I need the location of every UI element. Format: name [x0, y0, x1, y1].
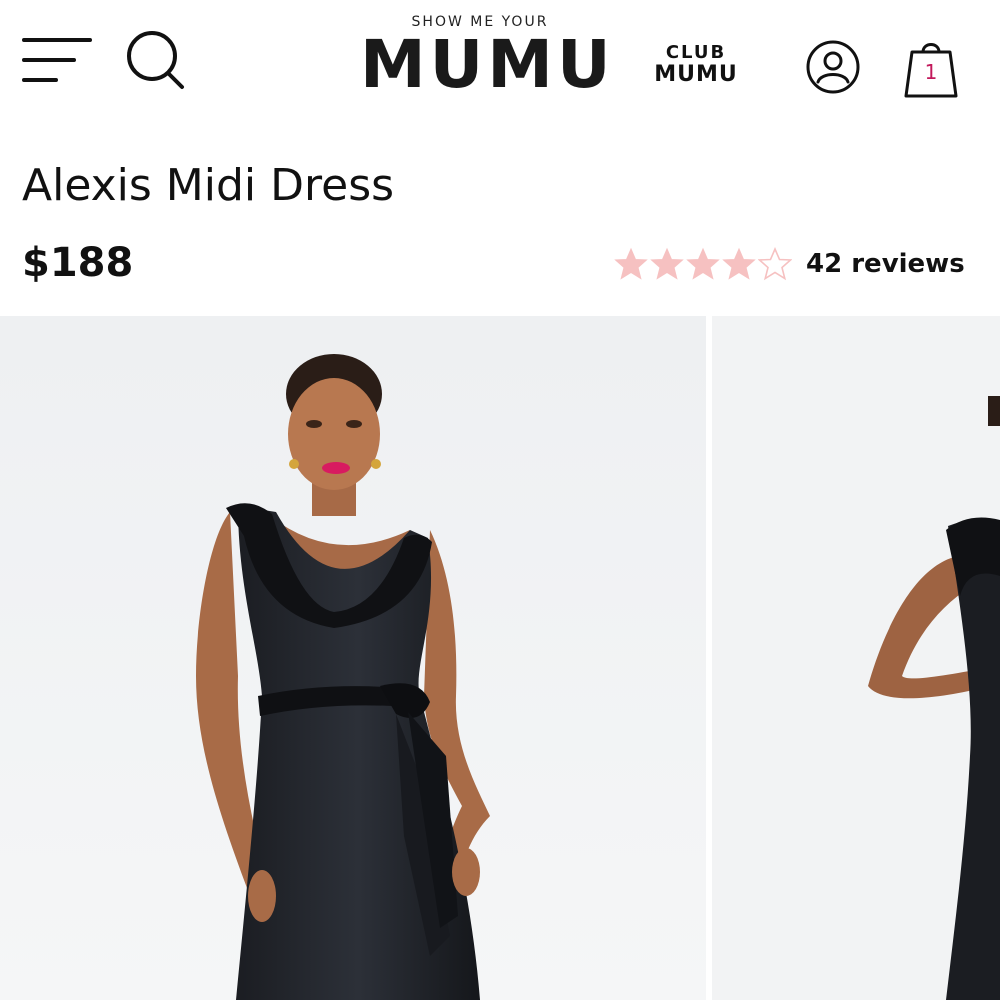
star-filled-icon	[614, 247, 648, 280]
star-filled-icon	[686, 247, 720, 280]
hamburger-menu-icon[interactable]	[22, 36, 94, 88]
product-price: $188	[22, 240, 134, 286]
rating-stars	[614, 247, 792, 281]
star-filled-icon	[722, 247, 756, 280]
product-image-front[interactable]	[0, 316, 706, 1000]
club-label: CLUB	[665, 42, 727, 63]
club-mumu-link[interactable]: CLUB MUMU	[648, 42, 744, 86]
product-image-gallery[interactable]	[0, 316, 1000, 1000]
menu-line	[22, 78, 58, 82]
shopping-bag-icon[interactable]: 1	[902, 36, 960, 100]
cart-count-badge: 1	[924, 60, 938, 84]
user-icon[interactable]	[804, 38, 862, 96]
star-filled-icon	[650, 247, 684, 280]
menu-line	[22, 38, 92, 42]
star-empty-icon	[758, 247, 792, 281]
club-wordmark: MUMU	[654, 62, 738, 87]
product-image-side[interactable]	[712, 316, 1000, 1000]
site-logo[interactable]: SHOW ME YOUR MUMU	[360, 14, 615, 114]
logo-wordmark: MUMU	[360, 26, 615, 103]
menu-line	[22, 58, 76, 62]
product-rating[interactable]: 42 reviews	[614, 244, 965, 284]
reviews-link[interactable]: 42 reviews	[806, 249, 965, 279]
product-title: Alexis Midi Dress	[22, 160, 395, 211]
site-header: SHOW ME YOUR MUMU CLUB MUMU 1	[0, 0, 1000, 140]
search-icon[interactable]	[124, 28, 188, 92]
